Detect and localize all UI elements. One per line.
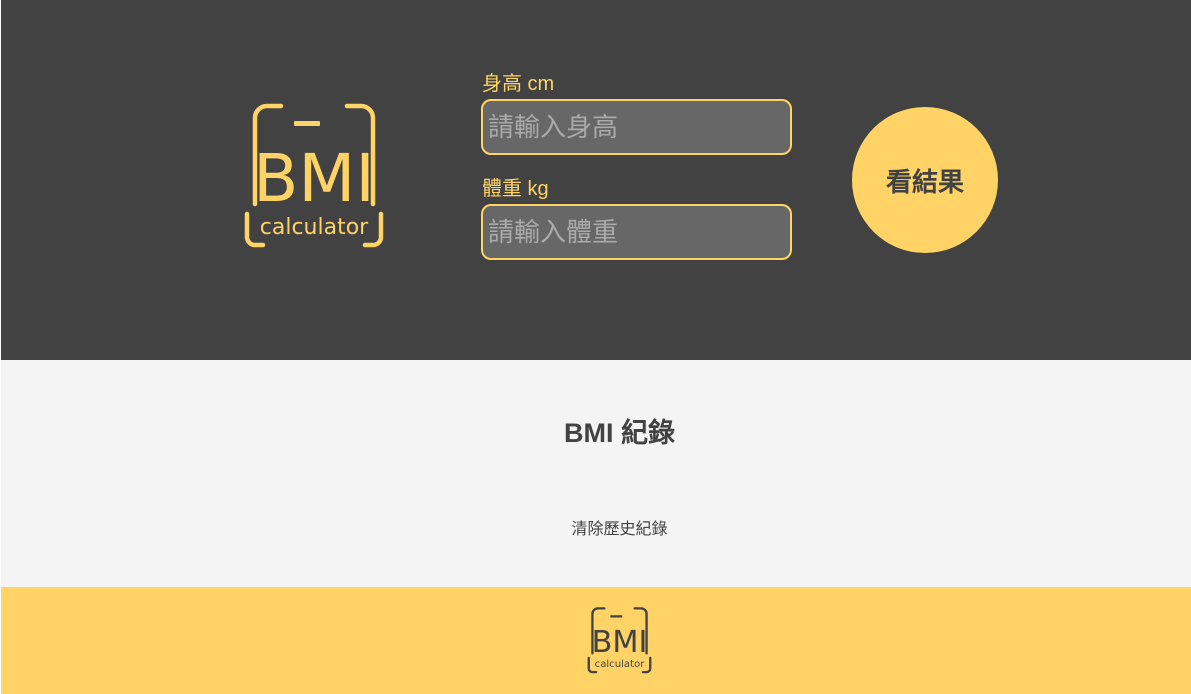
bmi-scale-logo-icon: BMI calculator [587,607,652,674]
height-input[interactable] [481,99,792,155]
records-title: BMI 紀錄 [564,418,675,448]
bmi-logo: BMI calculator [243,103,385,249]
footer: BMI calculator [1,587,1191,694]
header-section: BMI calculator 身高 cm 體重 kg 看結果 [1,0,1191,360]
footer-logo-main-text: BMI [592,625,648,660]
height-label: 身高 cm [482,73,555,95]
logo-sub-text: calculator [260,215,369,240]
bmi-scale-logo-icon: BMI calculator [244,103,384,248]
footer-logo-sub-text: calculator [595,659,646,670]
records-section: BMI 紀錄 清除歷史紀錄 [1,360,1191,587]
bmi-calculator-page: BMI calculator 身高 cm 體重 kg 看結果 BMI 紀錄 清除… [0,0,1191,694]
logo-main-text: BMI [253,140,375,217]
clear-history-button[interactable]: 清除歷史紀錄 [1,520,1191,540]
view-result-button[interactable]: 看結果 [852,107,998,253]
weight-label: 體重 kg [482,178,549,200]
footer-bmi-logo: BMI calculator [586,607,653,674]
weight-input[interactable] [481,204,792,260]
